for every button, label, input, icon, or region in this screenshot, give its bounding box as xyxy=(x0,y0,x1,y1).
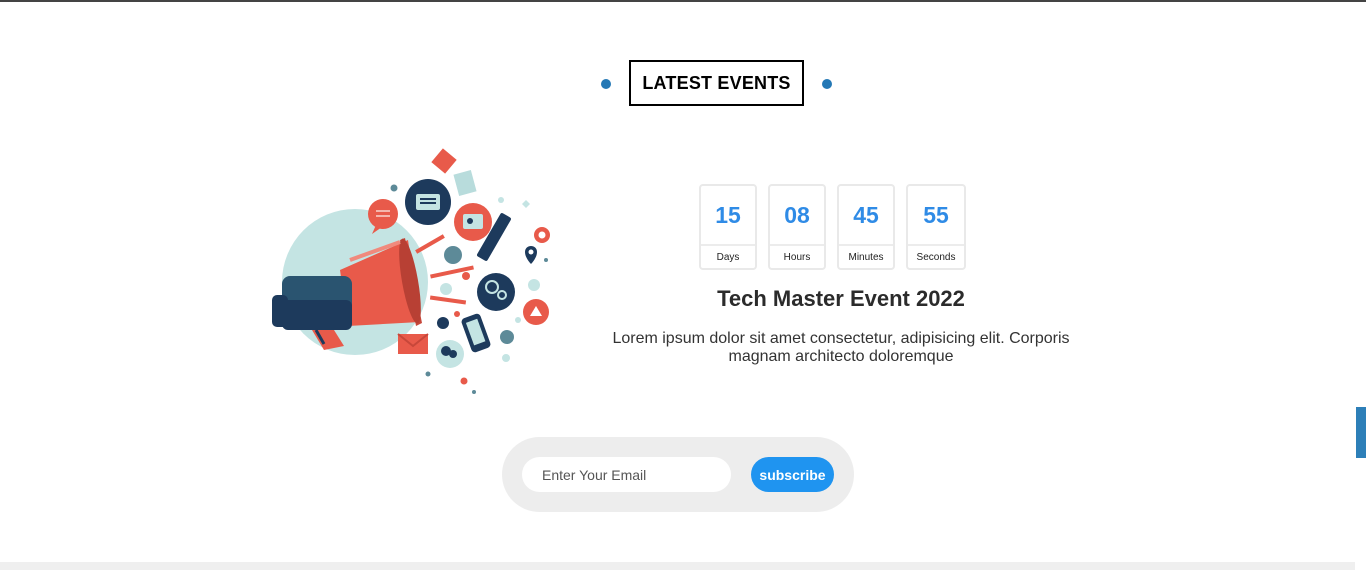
countdown-timer: 15 Days 08 Hours 45 Minutes 55 Seconds xyxy=(699,184,966,274)
title-dot-right xyxy=(822,79,832,89)
subscribe-button[interactable]: subscribe xyxy=(751,457,834,492)
footer-strip xyxy=(0,562,1355,570)
seconds-label: Seconds xyxy=(916,251,956,263)
countdown-seconds: 55 Seconds xyxy=(906,184,966,270)
minutes-label: Minutes xyxy=(848,251,884,263)
countdown-hours: 08 Hours xyxy=(768,184,826,270)
days-label: Days xyxy=(716,251,740,263)
side-tab[interactable] xyxy=(1356,407,1366,458)
event-description: Lorem ipsum dolor sit amet consectetur, … xyxy=(612,330,1070,365)
hours-label: Hours xyxy=(783,251,811,263)
email-input[interactable] xyxy=(522,457,731,492)
minutes-value: 45 xyxy=(839,186,893,246)
countdown-minutes: 45 Minutes xyxy=(837,184,895,270)
days-value: 15 xyxy=(701,186,755,246)
subscribe-form: subscribe xyxy=(502,437,854,512)
section-title: LATEST EVENTS xyxy=(629,60,804,106)
event-title: Tech Master Event 2022 xyxy=(717,286,965,311)
hours-value: 08 xyxy=(770,186,824,246)
countdown-days: 15 Days xyxy=(699,184,757,270)
seconds-value: 55 xyxy=(908,186,964,246)
megaphone-illustration xyxy=(272,148,550,394)
section-header: LATEST EVENTS xyxy=(0,60,1366,106)
title-dot-left xyxy=(601,79,611,89)
